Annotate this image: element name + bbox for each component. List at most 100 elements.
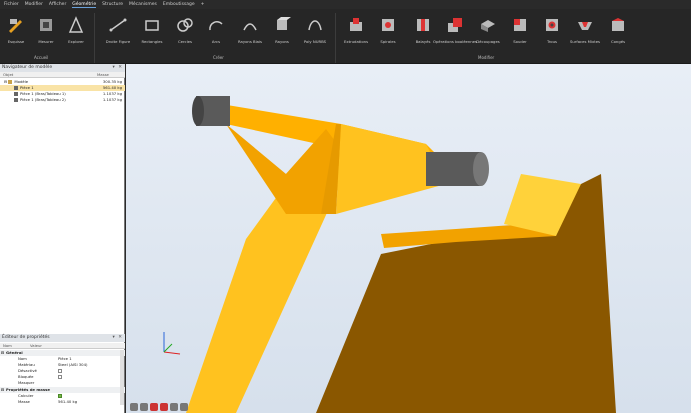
prop-key: Masquer [18,380,35,385]
box-icon [277,17,291,30]
hole-icon [546,19,558,31]
3d-viewport[interactable] [126,64,691,413]
menu-geometry[interactable]: Géométrie [72,2,97,8]
disabled-checkbox[interactable] [58,369,62,373]
rectangle-icon [145,20,159,31]
section-icon[interactable] [150,403,158,411]
sweep-icon [417,19,429,31]
group-modify-label: Modifier [478,55,495,60]
hole-button[interactable]: Trous [539,13,565,51]
spiral-icon [382,19,394,31]
property-editor-title-text: Éditeur de propriétés [2,335,50,340]
arc-button[interactable]: Arcs [203,13,229,51]
ray-icon [243,23,257,31]
menu-stamping[interactable]: Emboutissage [163,2,195,7]
property-scrollbar[interactable] [120,350,124,405]
menu-edit[interactable]: Modifier [25,2,43,7]
model-navigator-header: Objet Masse [0,72,125,78]
explore-button[interactable]: Explorer [63,13,89,51]
nurbs-button[interactable]: Poly NURBS [302,13,328,51]
extrude-button[interactable]: Extrudations [343,13,369,51]
group-home-label: Accueil [34,55,49,60]
fillet-label: Congés [610,39,626,44]
menu-structure[interactable]: Structure [102,2,123,7]
right-pipe-end [473,152,489,186]
menu-view[interactable]: Afficher [49,2,66,7]
line-icon [109,18,127,32]
fillet-button[interactable]: Congés [605,13,631,51]
circle-button[interactable]: Cercles [172,13,198,51]
fillet-icon [612,18,624,31]
hole-label: Trous [547,39,557,44]
shading-icon[interactable] [140,403,148,411]
box-button[interactable]: Rayons [269,13,295,51]
rectangle-button[interactable]: Rectangles [139,13,165,51]
measure-button[interactable]: Mesurer [33,13,59,51]
col-name: Nom [3,343,12,348]
weld-icon [514,19,526,31]
orbit-icon[interactable] [180,403,188,411]
boolean-button[interactable]: Opérations booléennes [433,13,477,51]
locked-checkbox[interactable] [58,375,62,379]
left-pane: Navigateur de modèle ▾ ✕ Objet Masse ⊟ M… [0,64,125,413]
left-pipe-end [192,96,204,126]
panel-controls[interactable]: ▾ ✕ [113,334,123,342]
cut-label: Découpages [476,39,500,44]
calculate-checkbox[interactable] [58,394,62,398]
tree-label: Pièce 1 [20,85,34,90]
col-mass: Masse [97,72,109,77]
line-button[interactable]: Droite Figure [105,13,131,51]
col-value: Valeur [30,343,42,348]
col-object: Objet [3,72,14,77]
spiral-label: Spirales [380,39,396,44]
expand-icon[interactable]: ⊟ [0,79,7,84]
render-icon[interactable] [160,403,168,411]
tree-row-part1-sub2[interactable]: Pièce 1 (Bras/Tableau 2) 1.1037 kg [0,97,125,103]
panel-controls[interactable]: ▾ ✕ [113,64,123,72]
ribbon-separator [335,13,336,63]
part-icon [14,98,18,102]
cut-icon [481,20,495,32]
part-icon [14,92,18,96]
rectangle-label: Rectangles [141,39,163,44]
sweep-label: Balayés [415,39,431,44]
base-dark-face [316,174,616,413]
property-editor-title: Éditeur de propriétés ▾ ✕ [0,334,125,342]
property-editor-header: Nom Valeur [0,343,125,349]
weld-button[interactable]: Souder [507,13,533,51]
sweep-button[interactable]: Balayés [410,13,436,51]
ribbon: Esquisse Mesurer Explorer Accueil Droite… [0,9,691,64]
menu-mechanisms[interactable]: Mécanismes [129,2,157,7]
menu-add-tab[interactable]: + [201,2,205,7]
prop-value: 561.40 kg [58,399,78,404]
part-icon [14,86,18,90]
arc-icon [209,21,223,31]
prop-row-hide[interactable]: Masquer [0,380,125,386]
menu-file[interactable]: Fichier [4,2,19,7]
zoom-icon[interactable] [170,403,178,411]
model-icon [8,80,13,84]
view-cube-icon[interactable] [130,403,138,411]
circle-label: Cercles [178,39,192,44]
weld-label: Souder [513,39,527,44]
blend-button[interactable]: Surfaces Mixtes [570,13,600,51]
right-pipe [426,152,481,186]
sketch-icon [9,19,22,33]
ray-label: Rayons Biais [237,39,263,44]
circle-icon [177,18,193,32]
extrude-label: Extrudations [343,39,369,44]
3d-model[interactable] [126,64,691,413]
ribbon-separator [94,13,95,63]
ray-button[interactable]: Rayons Biais [237,13,263,51]
arc-label: Arcs [211,39,221,44]
measure-label: Mesurer [38,39,54,44]
prop-row-mass[interactable]: Masse 561.40 kg [0,399,125,405]
cut-button[interactable]: Découpages [475,13,501,51]
nurbs-icon [308,20,322,31]
boolean-label: Opérations booléennes [433,39,477,44]
tree-value: 1.1037 kg [102,97,122,102]
spiral-button[interactable]: Spirales [375,13,401,51]
tree-label: Pièce 1 (Bras/Tableau 1) [20,91,66,96]
sketch-label: Esquisse [7,39,25,44]
sketch-button[interactable]: Esquisse [3,13,29,51]
